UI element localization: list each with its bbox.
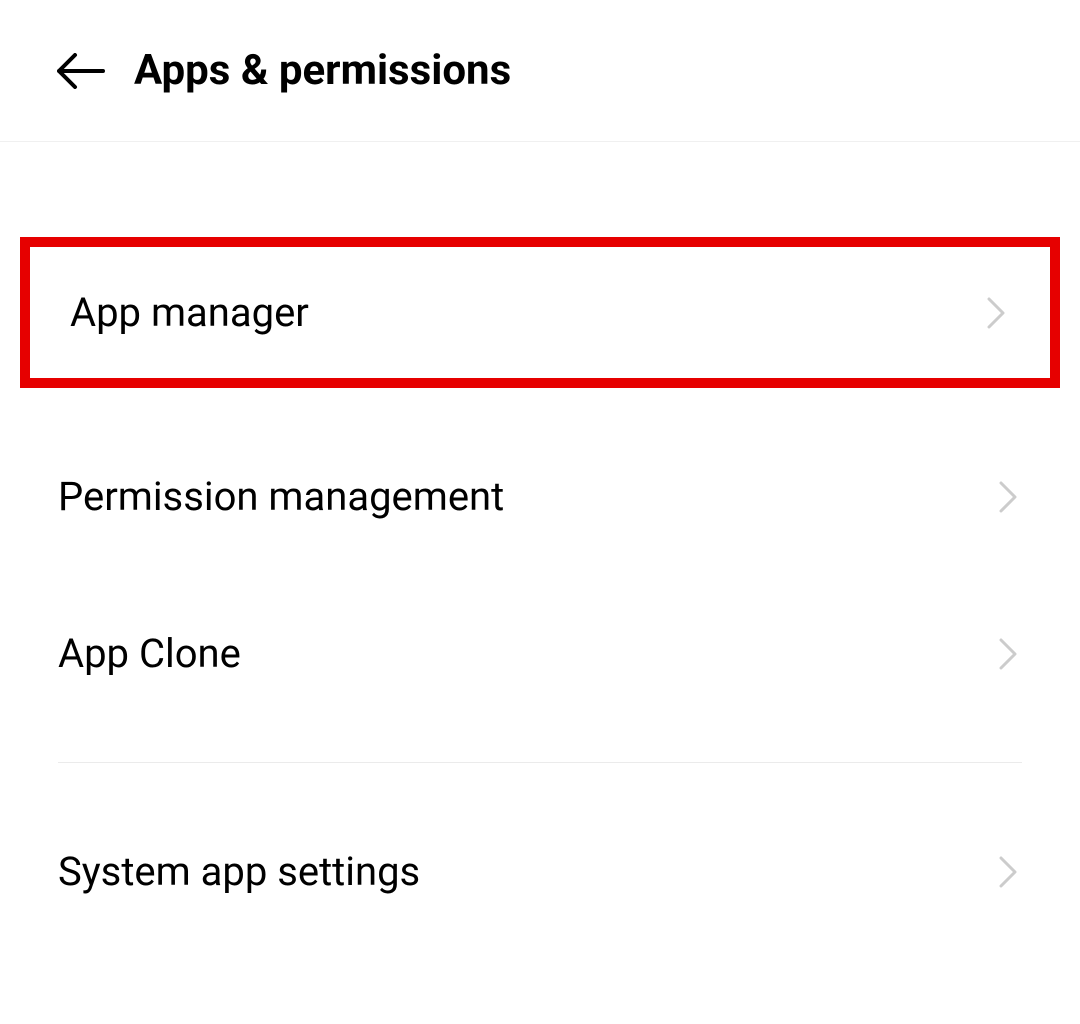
list-item-label: App Clone [58, 630, 241, 677]
arrow-left-icon [57, 53, 105, 89]
divider [58, 762, 1022, 763]
list-item-app-clone[interactable]: App Clone [0, 585, 1080, 722]
back-button[interactable] [56, 51, 106, 91]
list-item-app-manager[interactable]: App manager [20, 237, 1060, 388]
chevron-right-icon [994, 640, 1022, 668]
page-title: Apps & permissions [134, 46, 511, 95]
chevron-right-icon [994, 858, 1022, 886]
header: Apps & permissions [0, 0, 1080, 142]
chevron-right-icon [982, 299, 1010, 327]
list-item-system-app-settings[interactable]: System app settings [0, 803, 1080, 940]
list-item-label: System app settings [58, 848, 420, 895]
list-item-permission-management[interactable]: Permission management [0, 428, 1080, 565]
settings-list: App manager Permission management App Cl… [0, 142, 1080, 940]
chevron-right-icon [994, 483, 1022, 511]
list-item-label: Permission management [58, 473, 504, 520]
list-item-label: App manager [70, 289, 309, 336]
